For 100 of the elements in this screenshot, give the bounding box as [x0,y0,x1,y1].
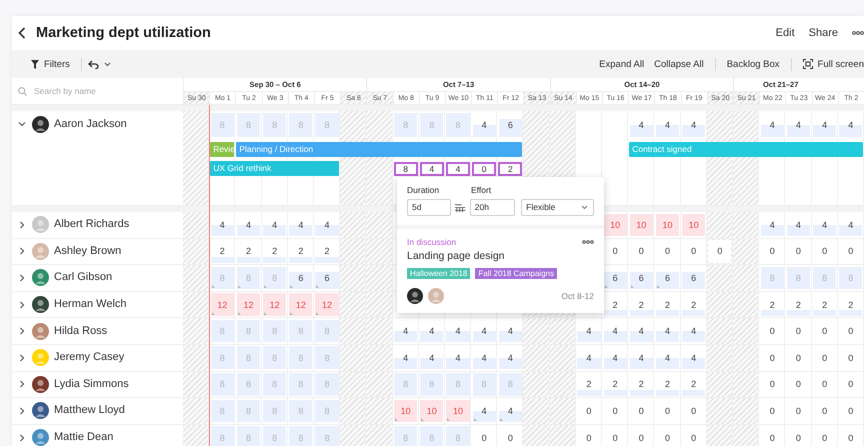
backlog-box-button[interactable]: Backlog Box [722,58,785,70]
back-icon[interactable] [18,27,26,39]
expand-all-button[interactable]: Expand All [594,58,650,70]
person-name[interactable]: Jeremy Casey [54,349,124,366]
hours-value: 0 [796,406,801,416]
person-name[interactable]: Matthew Lloyd [54,402,125,420]
hours-value: 8 [272,272,278,283]
hours-value: 10 [610,220,620,230]
effort-box[interactable]: 4 [420,162,444,176]
more-icon[interactable] [852,31,864,35]
caret-icon [581,205,588,210]
chevron-icon[interactable] [18,274,26,282]
header-action[interactable]: Share [808,27,838,39]
chevron-icon[interactable] [18,380,26,388]
field-label: Duration [407,185,440,195]
effort-box[interactable]: 4 [446,162,470,176]
hours-value: 8 [429,432,434,443]
hours-value: 4 [455,352,460,363]
person-name[interactable]: Aaron Jackson [54,116,127,133]
distribution-icon[interactable] [455,202,466,212]
tag[interactable]: Fall 2018 Campaigns [475,268,557,279]
hours-value: 6 [298,272,304,283]
collapse-all-button[interactable]: Collapse All [649,58,709,70]
hours-value: 4 [324,220,330,230]
header-action[interactable]: Edit [776,27,795,39]
hours-value: 8 [220,120,225,130]
chevron-icon[interactable] [18,300,26,309]
hours-value: 0 [612,432,618,443]
person-name[interactable]: Hilda Ross [54,322,108,340]
hours-value: 0 [770,352,775,363]
hours-value: 8 [403,432,408,443]
hours-value: 2 [324,246,330,256]
hours-value: 2 [586,379,592,390]
hours-value: 4 [848,220,854,230]
hours-value: 10 [400,406,411,416]
mode-dropdown[interactable]: Flexible [521,199,594,216]
hours-value: 8 [246,352,251,363]
hours-value: 8 [324,406,330,416]
hours-value: 12 [296,300,306,310]
filters-button[interactable]: Filters [26,58,75,70]
hours-value: 2 [638,379,644,390]
hours-fill [498,119,522,137]
hours-value: 4 [691,352,696,363]
person-name[interactable]: Carl Gibson [54,269,112,286]
chevron-icon[interactable] [18,327,26,336]
hours-fill [630,272,653,290]
more-icon[interactable] [582,240,594,244]
search-field[interactable]: Search by name [32,85,156,97]
person-name[interactable]: Mattie Dean [54,429,114,446]
hours-fill [604,310,627,316]
hours-value: 0 [586,406,592,416]
hours-value: 8 [246,379,251,390]
hours-value: 8 [482,379,487,390]
search-icon [18,86,27,96]
hours-value: 2 [691,300,696,310]
hours-value: 0 [796,352,801,363]
chevron-icon[interactable] [18,434,26,442]
hours-value: 8 [272,406,278,416]
hours-value: 8 [272,120,278,130]
chevron-icon[interactable] [18,354,26,362]
hours-value: 4 [482,352,487,363]
hours-value: 0 [822,352,828,363]
hours-value: 0 [822,326,828,336]
effort-field[interactable]: 20h [470,199,516,216]
chevron-icon[interactable] [18,247,26,256]
chevron-icon[interactable] [18,120,26,128]
hours-value: 8 [298,326,304,336]
effort-box[interactable]: 0 [472,162,496,176]
hours-value: 8 [220,432,225,443]
hours-value: 6 [612,272,618,283]
hours-value: 0 [848,432,854,443]
chevron-icon[interactable] [18,220,26,229]
caret-icon[interactable] [104,62,111,66]
hours-value: 0 [770,406,775,416]
hours-value: 2 [664,379,670,390]
person-name[interactable]: Ashley Brown [54,242,122,260]
person-name[interactable]: Lydia Simmons [54,376,129,393]
full-screen-button[interactable]: Full screen [798,58,864,70]
person-name[interactable]: Albert Richards [54,216,130,234]
hours-value: 0 [796,246,801,256]
hours-value: 4 [796,220,801,230]
hours-value: 2 [220,246,225,256]
effort-box[interactable]: 8 [394,162,418,176]
person-name[interactable]: Herman Welch [54,296,127,314]
hours-value: 4 [482,406,487,416]
hours-value: 10 [426,406,437,416]
hours-value: 4 [691,120,696,130]
hours-value: 0 [848,406,854,416]
hours-value: 2 [664,300,670,310]
effort-box[interactable]: 2 [498,162,522,176]
hours-value: 0 [770,326,775,336]
hours-value: 0 [612,406,618,416]
hours-value: 6 [638,272,644,283]
hours-cell[interactable]: 0 [708,240,732,263]
hours-value: 0 [508,432,513,443]
duration-field[interactable]: 5d [407,199,452,216]
hours-value: 4 [403,326,408,336]
undo-icon[interactable] [88,60,99,68]
chevron-icon[interactable] [18,406,26,415]
hours-value: 8 [403,120,408,130]
